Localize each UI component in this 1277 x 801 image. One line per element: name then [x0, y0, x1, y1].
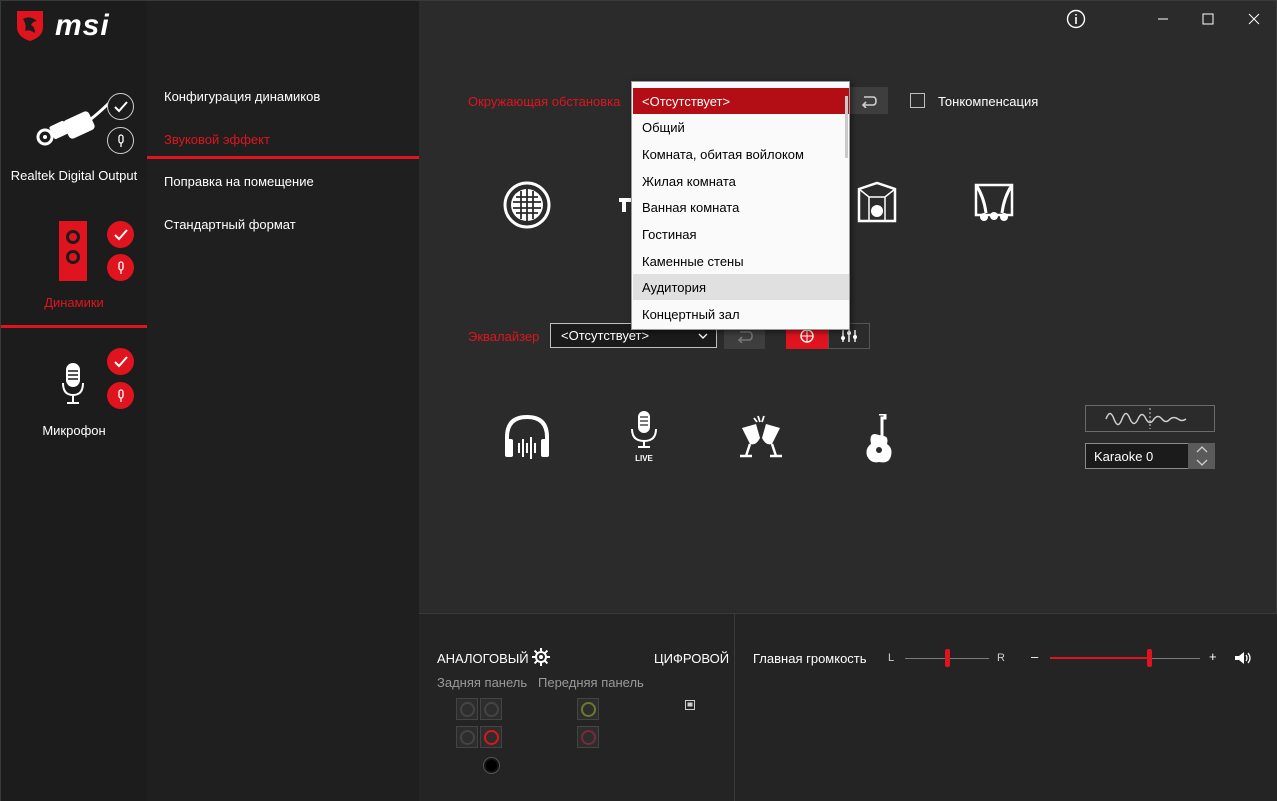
karaoke-decrease-button[interactable]: [1188, 456, 1215, 469]
check-icon: [113, 355, 128, 367]
check-icon: [113, 228, 128, 240]
mic-small-icon: [117, 133, 124, 147]
live-preset-icon[interactable]: LIVE: [627, 411, 661, 463]
front-panel-label: Передняя панель: [538, 675, 644, 690]
bottom-panel: [419, 613, 1277, 801]
front-jack-mic[interactable]: [577, 726, 599, 748]
dropdown-option[interactable]: Концертный зал: [633, 301, 849, 327]
balance-right-label: R: [997, 652, 1005, 664]
speaker-enabled-badge[interactable]: [107, 221, 134, 248]
undo-icon: [861, 95, 877, 108]
rear-jack[interactable]: [480, 754, 502, 776]
active-device-indicator: [1, 325, 147, 328]
environment-theater-icon[interactable]: [974, 183, 1014, 223]
loudness-checkbox[interactable]: [910, 93, 925, 108]
digital-label: ЦИФРОВОЙ: [654, 651, 730, 666]
msi-logo: msi: [13, 9, 110, 43]
minimize-icon[interactable]: [1151, 7, 1175, 31]
device-label-speakers[interactable]: Динамики: [1, 295, 147, 310]
volume-slider-fill: [1050, 657, 1149, 659]
maximize-icon[interactable]: [1196, 7, 1220, 31]
microphone-icon[interactable]: [61, 363, 85, 405]
equalizer-select-value: <Отсутствует>: [561, 328, 650, 343]
volume-slider-thumb[interactable]: [1147, 649, 1152, 667]
device-mic-badge[interactable]: [107, 127, 134, 154]
balance-left-label: L: [888, 652, 895, 664]
environment-reset-button[interactable]: [850, 87, 888, 114]
check-icon: [113, 100, 128, 112]
device-label-digital[interactable]: Realtek Digital Output: [1, 168, 147, 183]
karaoke-increase-button[interactable]: [1188, 443, 1215, 456]
environment-dropdown[interactable]: <Отсутствует> Общий Комната, обитая войл…: [631, 81, 850, 330]
speaker-icon[interactable]: [59, 221, 87, 281]
environment-label: Окружающая обстановка: [468, 94, 621, 109]
dropdown-option[interactable]: <Отсутствует>: [633, 88, 849, 114]
rear-jack[interactable]: [456, 698, 478, 720]
digital-output-icon[interactable]: [31, 101, 111, 151]
volume-plus-button[interactable]: +: [1209, 649, 1217, 664]
sliders-icon: [841, 330, 857, 342]
dropdown-option[interactable]: Ванная комната: [633, 194, 849, 220]
rear-jack-speaker-active[interactable]: [480, 726, 502, 748]
environment-room-icon[interactable]: [857, 181, 897, 225]
headphones-preset-icon[interactable]: [503, 413, 551, 461]
chevron-down-icon: [698, 333, 708, 339]
brand-name: msi: [55, 9, 110, 42]
menu-room-correction[interactable]: Поправка на помещение: [164, 174, 314, 189]
waveform-icon: [1105, 408, 1187, 429]
optical-port-icon[interactable]: [685, 700, 695, 710]
rear-jack[interactable]: [480, 698, 502, 720]
close-icon[interactable]: [1242, 7, 1266, 31]
dropdown-option[interactable]: Каменные стены: [633, 248, 849, 274]
mic-small-icon: [117, 260, 124, 274]
loudness-label: Тонкомпенсация: [938, 94, 1039, 109]
dropdown-option[interactable]: Аудитория: [633, 274, 849, 300]
front-jack-headphone[interactable]: [577, 698, 599, 720]
karaoke-waveform: [1085, 405, 1215, 432]
karaoke-level-field[interactable]: Karaoke 0: [1085, 443, 1189, 469]
bottom-divider: [734, 613, 735, 801]
app-window: msi Realtek Digital Output Динамики Микр…: [0, 0, 1277, 801]
menu-default-format[interactable]: Стандартный формат: [164, 217, 296, 232]
speaker-volume-icon[interactable]: [1234, 651, 1252, 665]
balance-slider-thumb[interactable]: [945, 649, 950, 667]
chevron-up-icon: [1196, 446, 1207, 453]
rear-panel-label: Задняя панель: [437, 675, 528, 690]
environment-generic-icon[interactable]: [502, 180, 552, 230]
mic-enabled-badge[interactable]: [107, 348, 134, 375]
menu-speaker-config[interactable]: Конфигурация динамиков: [164, 89, 320, 104]
menu-active-underline: [147, 156, 419, 159]
equalizer-label: Эквалайзер: [468, 329, 540, 344]
party-preset-icon[interactable]: [734, 414, 788, 460]
dropdown-option[interactable]: Комната, обитая войлоком: [633, 141, 849, 167]
dropdown-option[interactable]: Общий: [633, 114, 849, 140]
master-volume-label: Главная громкость: [753, 651, 867, 666]
msi-dragon-icon: [17, 11, 43, 41]
analog-label: АНАЛОГОВЫЙ: [437, 651, 529, 666]
device-enabled-badge[interactable]: [107, 93, 134, 120]
globe-icon: [800, 329, 814, 343]
menu-sound-effect[interactable]: Звуковой эффект: [164, 132, 270, 147]
info-icon[interactable]: [1064, 7, 1088, 31]
rear-jack[interactable]: [456, 726, 478, 748]
dropdown-option[interactable]: Жилая комната: [633, 168, 849, 194]
mic-small-icon: [117, 388, 124, 402]
speaker-mic-badge[interactable]: [107, 254, 134, 281]
dropdown-scrollbar[interactable]: [845, 96, 848, 158]
mic-mic-badge[interactable]: [107, 382, 134, 409]
svg-text:LIVE: LIVE: [635, 454, 653, 463]
volume-minus-button[interactable]: –: [1031, 649, 1038, 664]
undo-icon: [737, 331, 753, 343]
device-sidebar: msi Realtek Digital Output Динамики Микр…: [1, 1, 147, 801]
dropdown-option[interactable]: Гостиная: [633, 221, 849, 247]
chevron-down-icon: [1196, 459, 1207, 466]
gear-icon[interactable]: [532, 648, 550, 666]
rock-preset-icon[interactable]: [861, 414, 895, 464]
device-label-microphone[interactable]: Микрофон: [1, 423, 147, 438]
settings-menu: Конфигурация динамиков Звуковой эффект П…: [147, 1, 419, 801]
